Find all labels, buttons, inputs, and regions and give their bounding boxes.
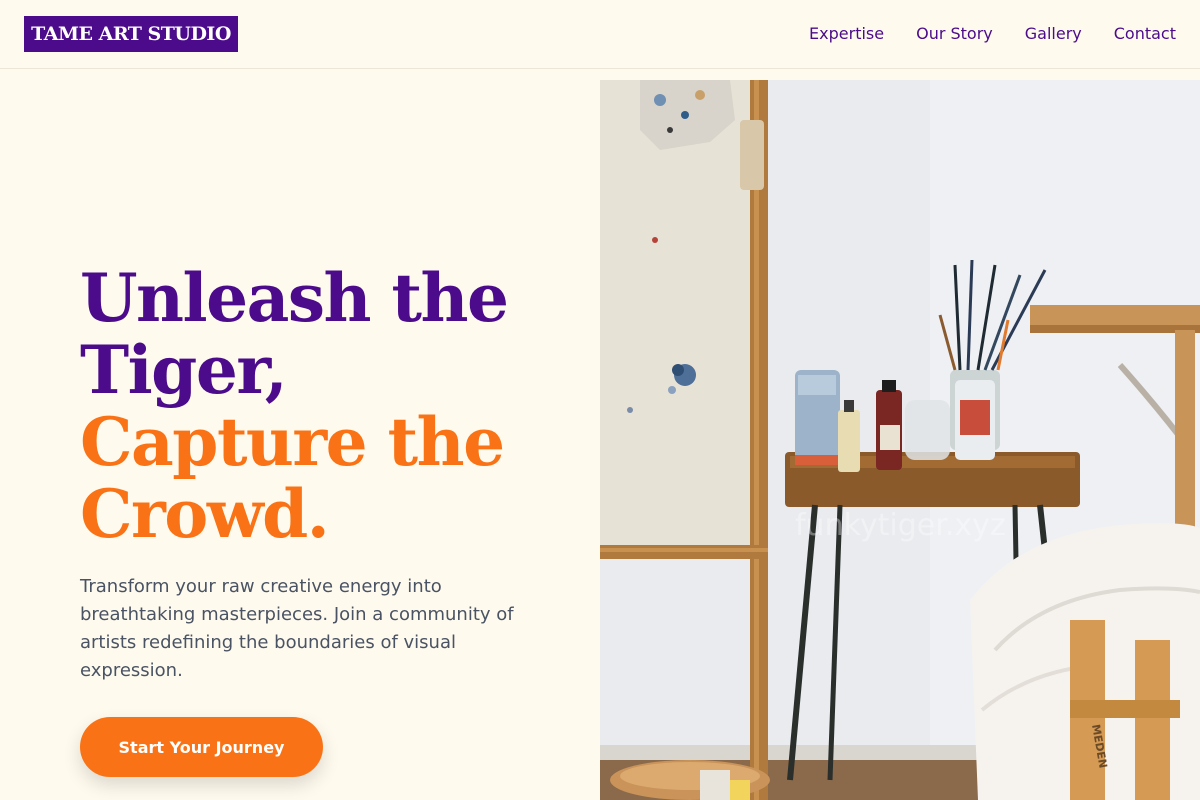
hero-title-line-3: Capture the (80, 403, 505, 481)
hero-title: Unleash the Tiger, Capture the Crowd. (80, 262, 580, 550)
hero-title-line-4: Crowd. (80, 475, 330, 553)
start-journey-button[interactable]: Start Your Journey (80, 717, 323, 777)
hero-title-line-1: Unleash the (80, 259, 509, 337)
hero-title-line-2: Tiger, (80, 331, 288, 409)
nav-link-gallery[interactable]: Gallery (1025, 24, 1082, 43)
nav-link-contact[interactable]: Contact (1114, 24, 1176, 43)
nav-link-our-story[interactable]: Our Story (916, 24, 993, 43)
image-watermark: funkytiger.xyz (795, 508, 1006, 543)
site-header: TAME ART STUDIO Expertise Our Story Gall… (0, 0, 1200, 69)
hero-subtitle: Transform your raw creative energy into … (80, 576, 514, 681)
nav-link-expertise[interactable]: Expertise (809, 24, 884, 43)
brand-logo[interactable]: TAME ART STUDIO (24, 16, 238, 52)
hero-image-art-studio: MEDEN funkytiger.xyz (600, 80, 1200, 800)
main-nav: Expertise Our Story Gallery Contact (809, 20, 1176, 46)
